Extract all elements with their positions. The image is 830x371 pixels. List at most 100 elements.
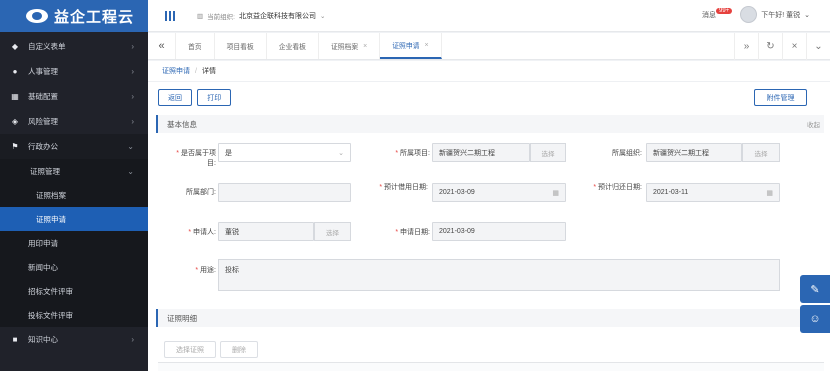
- tab-license-archive[interactable]: 证照档案 ×: [319, 33, 381, 59]
- field-label: * 是否属于项目:: [176, 150, 216, 167]
- return-date-field[interactable]: 2021-03-11 ▦: [646, 183, 780, 202]
- chevron-right-icon: ›: [131, 117, 134, 126]
- belongs-project-select[interactable]: 是 ⌄: [218, 143, 351, 162]
- org-prefix: 当前组织:: [207, 13, 235, 21]
- close-icon[interactable]: ×: [782, 33, 806, 60]
- back-button[interactable]: 返回: [158, 89, 192, 106]
- app-title: 益企工程云: [54, 8, 135, 26]
- department-field[interactable]: [218, 183, 351, 202]
- main-content: 证照申请 / 详情 返回 打印 附件管理 基本信息 收起 * 是否属于项目: 是 …: [148, 61, 830, 371]
- tab-tools: » ↻ × ⌄: [734, 33, 830, 60]
- avatar[interactable]: [740, 6, 758, 23]
- section-title: 证照明细: [167, 313, 197, 323]
- user-icon[interactable]: ☺: [800, 305, 830, 333]
- sidebar-item-basic-config[interactable]: ▦ 基础配置 ›: [0, 84, 148, 109]
- field-value: 投标: [225, 267, 239, 274]
- shield-icon: ◈: [11, 117, 19, 126]
- sidebar-item-bid-review[interactable]: 投标文件评审: [0, 303, 148, 327]
- project-field[interactable]: 新疆贺兴二期工程: [432, 143, 530, 162]
- apply-date-field[interactable]: 2021-03-09: [432, 222, 566, 241]
- field-label: 所属部门:: [186, 189, 216, 196]
- sidebar-item-license-mgmt[interactable]: 证照管理 ⌄: [0, 159, 148, 183]
- building-icon: ▥: [197, 12, 204, 20]
- tabs-scroll-left-icon[interactable]: «: [148, 33, 176, 59]
- tab-label: 首页: [188, 44, 202, 51]
- calendar-icon: ▦: [552, 189, 559, 197]
- field-label: * 申请人:: [188, 229, 216, 236]
- sidebar-item-label: 证照申请: [36, 214, 66, 224]
- chevron-right-icon: ›: [131, 335, 134, 344]
- sidebar-item-label: 人事管理: [28, 67, 58, 76]
- header-right: 消息 99+ 下午好! 董锐 ⌄: [702, 6, 810, 23]
- field-value: 董锐: [225, 228, 239, 236]
- sidebar-item-label: 用印申请: [28, 238, 58, 248]
- breadcrumb: 证照申请 / 详情: [148, 61, 830, 82]
- field-value: 2021-03-09: [439, 189, 475, 196]
- section-title: 基本信息: [167, 119, 197, 129]
- applicant-select-button[interactable]: 选择: [314, 222, 351, 241]
- tab-home[interactable]: 首页: [176, 33, 215, 59]
- attachment-button[interactable]: 附件管理: [754, 89, 807, 106]
- menu-toggle-icon[interactable]: [165, 10, 177, 21]
- sidebar-item-hr[interactable]: ● 人事管理 ›: [0, 59, 148, 84]
- org-select-button[interactable]: 选择: [742, 143, 780, 162]
- app-logo[interactable]: 益企工程云: [0, 0, 148, 32]
- close-icon[interactable]: ×: [363, 43, 367, 50]
- sidebar-item-risk[interactable]: ◈ 风险管理 ›: [0, 109, 148, 134]
- select-license-button[interactable]: 选择证照: [164, 341, 216, 358]
- collapse-link[interactable]: 收起: [807, 119, 820, 129]
- chevron-down-icon: ⌄: [127, 142, 134, 151]
- person-icon: ●: [12, 67, 18, 76]
- delete-button[interactable]: 删除: [220, 341, 258, 358]
- edit-icon[interactable]: ✎: [800, 275, 830, 303]
- sidebar-item-admin-office[interactable]: ⚑ 行政办公 ⌄: [0, 134, 148, 159]
- tab-project-board[interactable]: 项目看板: [215, 33, 267, 59]
- calendar-icon: ▦: [766, 189, 773, 197]
- sidebar-item-tender-review[interactable]: 招标文件评审: [0, 279, 148, 303]
- grid-icon: ▦: [11, 92, 19, 101]
- tab-label: 项目看板: [226, 44, 254, 51]
- tabs-scroll-right-icon[interactable]: »: [734, 33, 758, 60]
- sidebar-item-label: 新闻中心: [28, 262, 58, 272]
- field-value: 新疆贺兴二期工程: [653, 149, 709, 157]
- user-greeting[interactable]: 下午好! 董锐: [761, 10, 800, 20]
- tab-license-apply[interactable]: 证照申请 ×: [380, 33, 442, 59]
- field-label: 所属组织:: [612, 150, 642, 157]
- project-select-button[interactable]: 选择: [530, 143, 566, 162]
- tab-company-board[interactable]: 企业看板: [267, 33, 319, 59]
- sidebar: 益企工程云 ◆ 自定义表单 › ● 人事管理 › ▦ 基础配置 › ◈ 风险管理…: [0, 0, 148, 371]
- sidebar-item-seal-apply[interactable]: 用印申请: [0, 231, 148, 255]
- applicant-field[interactable]: 董锐: [218, 222, 314, 241]
- pin-icon: ◆: [11, 42, 19, 51]
- action-toolbar: 返回 打印 附件管理: [158, 89, 810, 107]
- tab-bar: « 首页 项目看板 企业看板 证照档案 × 证照申请 × » ↻ × ⌄: [148, 33, 830, 60]
- tab-label: 企业看板: [278, 44, 306, 51]
- sidebar-item-license-archive[interactable]: 证照档案: [0, 183, 148, 207]
- print-button[interactable]: 打印: [197, 89, 232, 106]
- purpose-textarea[interactable]: 投标: [218, 259, 780, 291]
- field-label: * 申请日期:: [395, 229, 430, 236]
- borrow-date-field[interactable]: 2021-03-09 ▦: [432, 183, 566, 202]
- field-label: * 预计归还日期:: [593, 184, 642, 191]
- sidebar-submenu: 证照管理 ⌄ 证照档案 证照申请 用印申请 新闻中心 招标文件评审 投标文件评审: [0, 159, 148, 327]
- sidebar-item-label: 投标文件评审: [28, 310, 73, 320]
- chevron-right-icon: ›: [131, 42, 134, 51]
- sidebar-item-label: 行政办公: [28, 142, 58, 151]
- org-field[interactable]: 新疆贺兴二期工程: [646, 143, 742, 162]
- sidebar-item-label: 证照档案: [36, 190, 66, 200]
- message-link[interactable]: 消息: [702, 10, 716, 20]
- field-label: * 用途:: [195, 267, 216, 274]
- field-label: * 预计借用日期:: [379, 184, 428, 191]
- breadcrumb-parent[interactable]: 证照申请: [162, 66, 190, 76]
- close-icon[interactable]: ×: [424, 42, 428, 49]
- org-selector[interactable]: ▥ 当前组织: 北京益企联科技有限公司 ⌄: [197, 11, 325, 21]
- sidebar-item-license-apply[interactable]: 证照申请: [0, 207, 148, 231]
- chevron-right-icon: ›: [131, 67, 134, 76]
- chevron-down-icon[interactable]: ⌄: [806, 33, 830, 60]
- sidebar-item-news[interactable]: 新闻中心: [0, 255, 148, 279]
- chevron-down-icon: ⌄: [804, 11, 810, 19]
- sidebar-item-knowledge[interactable]: ■ 知识中心 ›: [0, 327, 148, 352]
- refresh-icon[interactable]: ↻: [758, 33, 782, 60]
- sidebar-item-custom-form[interactable]: ◆ 自定义表单 ›: [0, 34, 148, 59]
- book-icon: ■: [12, 335, 18, 344]
